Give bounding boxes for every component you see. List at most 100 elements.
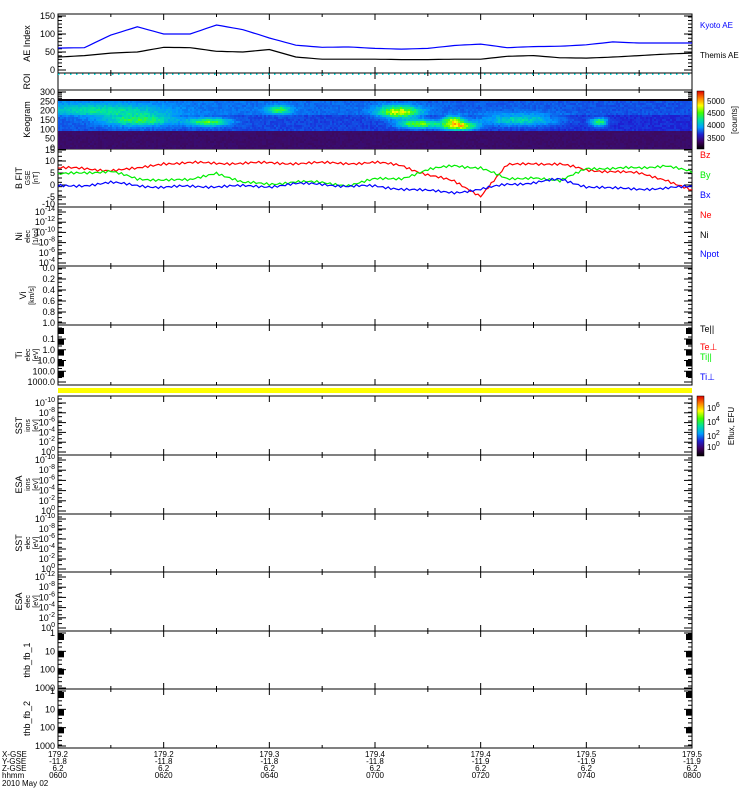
panel-fb2 <box>58 689 692 748</box>
roi-dot <box>502 74 504 76</box>
roi-dot <box>400 74 402 76</box>
y-axis-title: GSE <box>25 170 32 185</box>
roi-dot <box>304 74 306 76</box>
y-axis-title: ESA <box>14 475 24 493</box>
y-axis-title: [1/cc] <box>33 228 40 245</box>
y-tick-label: 1 <box>50 628 55 638</box>
roi-dot <box>178 74 180 76</box>
roi-dot <box>202 74 204 76</box>
axis-artifact-block <box>58 634 64 640</box>
colorbar-tick-label: 102 <box>707 430 720 441</box>
roi-dot <box>376 74 378 76</box>
roi-dot <box>352 74 354 76</box>
roi-dot <box>568 74 570 76</box>
roi-dot <box>460 74 462 76</box>
legend-ti||: Ti|| <box>700 352 712 362</box>
roi-dot <box>670 74 672 76</box>
axis-artifact-block <box>686 692 692 698</box>
axis-artifact-block <box>686 371 692 377</box>
time-tick-label: 0640 <box>260 771 278 780</box>
roi-dot <box>448 74 450 76</box>
y-axis-title: Ti <box>14 351 24 358</box>
date-label: 2010 May 02 <box>2 779 49 788</box>
time-tick-label: 0700 <box>366 771 384 780</box>
axis-artifact-block <box>58 371 64 377</box>
roi-dot <box>292 74 294 76</box>
keogram-image <box>58 99 692 149</box>
y-tick-label: 15 <box>45 145 55 155</box>
y-tick-label: 100 <box>40 665 55 675</box>
roi-dot <box>226 74 228 76</box>
roi-dot <box>274 74 276 76</box>
series-line-themis-ae <box>58 47 692 59</box>
roi-dot <box>112 74 114 76</box>
y-tick-label: 5 <box>50 168 55 178</box>
axis-artifact-block <box>686 651 692 657</box>
axis-artifact-block <box>686 669 692 675</box>
y-tick-label: 10.0 <box>37 356 55 366</box>
y-axis-title: ions <box>25 419 32 432</box>
roi-dot <box>166 74 168 76</box>
panel-ni <box>58 207 692 266</box>
roi-dot <box>508 74 510 76</box>
roi-dot <box>184 74 186 76</box>
roi-dot <box>214 74 216 76</box>
y-tick-label: 1000.0 <box>27 377 55 387</box>
y-tick-label: 10 <box>45 156 55 166</box>
roi-dot <box>454 74 456 76</box>
roi-dot <box>388 74 390 76</box>
y-tick-label: 50 <box>45 134 55 144</box>
axis-artifact-block <box>686 634 692 640</box>
roi-dot <box>334 74 336 76</box>
roi-dot <box>286 74 288 76</box>
panel-frame <box>58 396 692 455</box>
roi-dot <box>592 74 594 76</box>
y-tick-label: 250 <box>40 96 55 106</box>
axis-artifact-block <box>58 339 64 345</box>
panel-frame <box>58 455 692 514</box>
legend-bz: Bz <box>700 150 711 160</box>
roi-dot <box>574 74 576 76</box>
time-tick-label: 0800 <box>683 771 701 780</box>
legend-npot: Npot <box>700 249 720 259</box>
roi-dot <box>100 74 102 76</box>
y-tick-label: 0.8 <box>42 307 55 317</box>
axis-artifact-block <box>58 651 64 657</box>
y-axis-title: [nT] <box>33 172 40 184</box>
roi-dot <box>364 74 366 76</box>
roi-dot <box>190 74 192 76</box>
roi-dot <box>646 74 648 76</box>
colorbar-tick-label: 106 <box>707 402 720 413</box>
legend-by: By <box>700 170 711 180</box>
yellow-flag-bar <box>58 388 692 393</box>
panel-esa_e <box>58 572 692 631</box>
roi-dot <box>556 74 558 76</box>
axis-artifact-block <box>686 727 692 733</box>
roi-dot <box>232 74 234 76</box>
roi-dot <box>418 74 420 76</box>
colorbar-label: Eflux, EFU <box>727 407 736 445</box>
axis-artifact-block <box>58 328 64 334</box>
axis-artifact-block <box>686 328 692 334</box>
axis-artifact-block <box>686 339 692 345</box>
colorbar-tick-label: 4500 <box>707 109 725 118</box>
series-line-by <box>58 165 692 187</box>
panel-esa_i <box>58 455 692 514</box>
roi-dot <box>172 74 174 76</box>
roi-dot <box>406 74 408 76</box>
panel-fb1 <box>58 631 692 689</box>
y-axis-title: elec <box>25 595 32 608</box>
axis-artifact-block <box>58 360 64 366</box>
y-tick-label: 150 <box>40 115 55 125</box>
roi-dot <box>490 74 492 76</box>
y-axis-title: AE Index <box>22 25 32 62</box>
panel-vi <box>58 266 692 325</box>
axis-artifact-block <box>686 350 692 356</box>
roi-dot <box>358 74 360 76</box>
panel-ti <box>58 325 692 385</box>
y-tick-label: 1 <box>50 686 55 696</box>
roi-dot <box>538 74 540 76</box>
y-tick-label: 10 <box>45 646 55 656</box>
roi-dot <box>70 74 72 76</box>
roi-dot <box>520 74 522 76</box>
